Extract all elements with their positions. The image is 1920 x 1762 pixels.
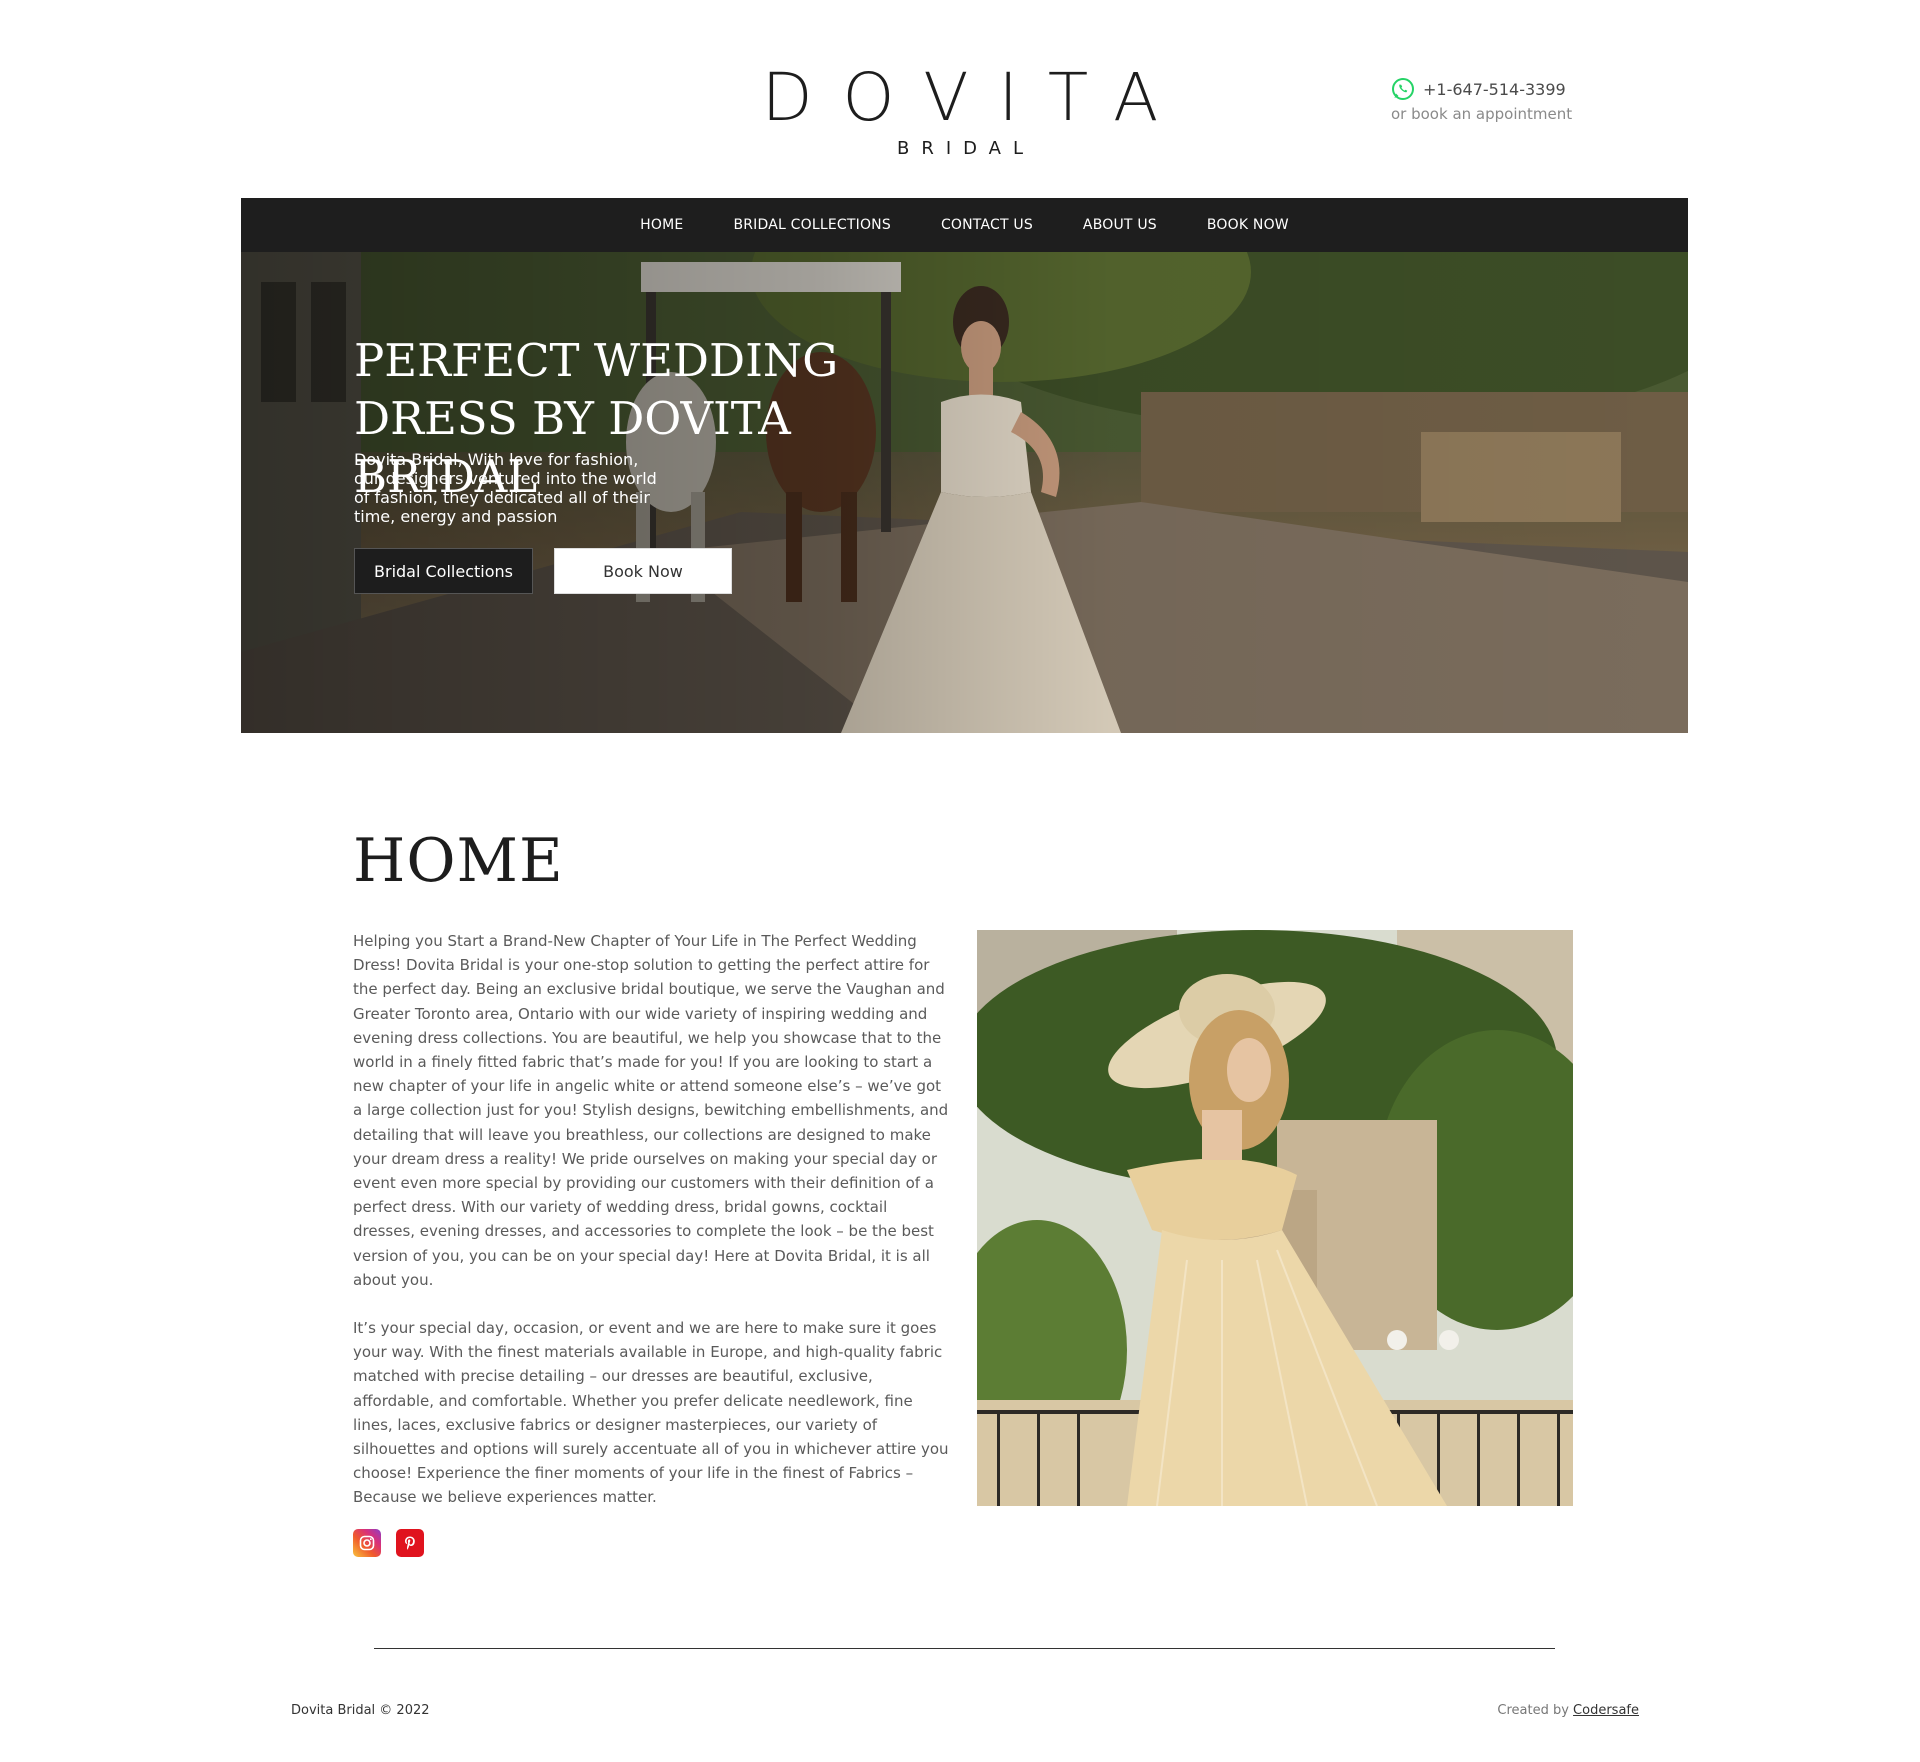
home-paragraph-1: Helping you Start a Brand-New Chapter of…: [353, 932, 949, 1289]
featured-dress-image: [977, 930, 1573, 1506]
footer-credit: Created by Codersafe: [1497, 1703, 1639, 1718]
logo-wordmark: DOVITA: [761, 59, 1189, 136]
whatsapp-icon[interactable]: [1391, 77, 1415, 101]
pinterest-icon[interactable]: [396, 1529, 424, 1557]
header-contact: +1-647-514-3399 or book an appointment: [1391, 77, 1572, 123]
nav-item-bridal-collections[interactable]: BRIDAL COLLECTIONS: [733, 217, 891, 233]
nav-item-about-us[interactable]: ABOUT US: [1083, 217, 1157, 233]
logo-subtitle: BRIDAL: [896, 138, 1036, 159]
nav-item-contact-us[interactable]: CONTACT US: [941, 217, 1033, 233]
hero-title-line1: PERFECT WEDDING: [354, 334, 839, 387]
main-nav: HOME BRIDAL COLLECTIONS CONTACT US ABOUT…: [241, 198, 1688, 252]
phone-row[interactable]: +1-647-514-3399: [1391, 77, 1572, 101]
nav-item-book-now[interactable]: BOOK NOW: [1207, 217, 1289, 233]
hero-description: Dovita Bridal, With love for fashion, ou…: [354, 450, 657, 526]
book-now-button[interactable]: Book Now: [554, 548, 732, 594]
page-title: HOME: [353, 826, 564, 896]
home-paragraph-2: It’s your special day, occasion, or even…: [353, 1319, 949, 1507]
instagram-icon[interactable]: [353, 1529, 381, 1557]
home-body-text: Helping you Start a Brand-New Chapter of…: [353, 929, 953, 1534]
footer-copyright: Dovita Bridal © 2022: [291, 1703, 430, 1718]
phone-number[interactable]: +1-647-514-3399: [1423, 80, 1566, 99]
bridal-collections-button[interactable]: Bridal Collections: [354, 548, 533, 594]
footer-credit-label: Created by: [1497, 1703, 1569, 1718]
social-links: [353, 1529, 424, 1557]
site-logo[interactable]: DOVITA BRIDAL: [0, 59, 1920, 160]
nav-item-home[interactable]: HOME: [640, 217, 683, 233]
featured-dress-photo: [977, 930, 1573, 1506]
hero-banner: PERFECT WEDDING DRESS BY DOVITA BRIDAL D…: [241, 252, 1688, 733]
footer-divider: [374, 1648, 1555, 1649]
appointment-link[interactable]: or book an appointment: [1391, 105, 1572, 123]
footer-creator-link[interactable]: Codersafe: [1573, 1703, 1639, 1718]
